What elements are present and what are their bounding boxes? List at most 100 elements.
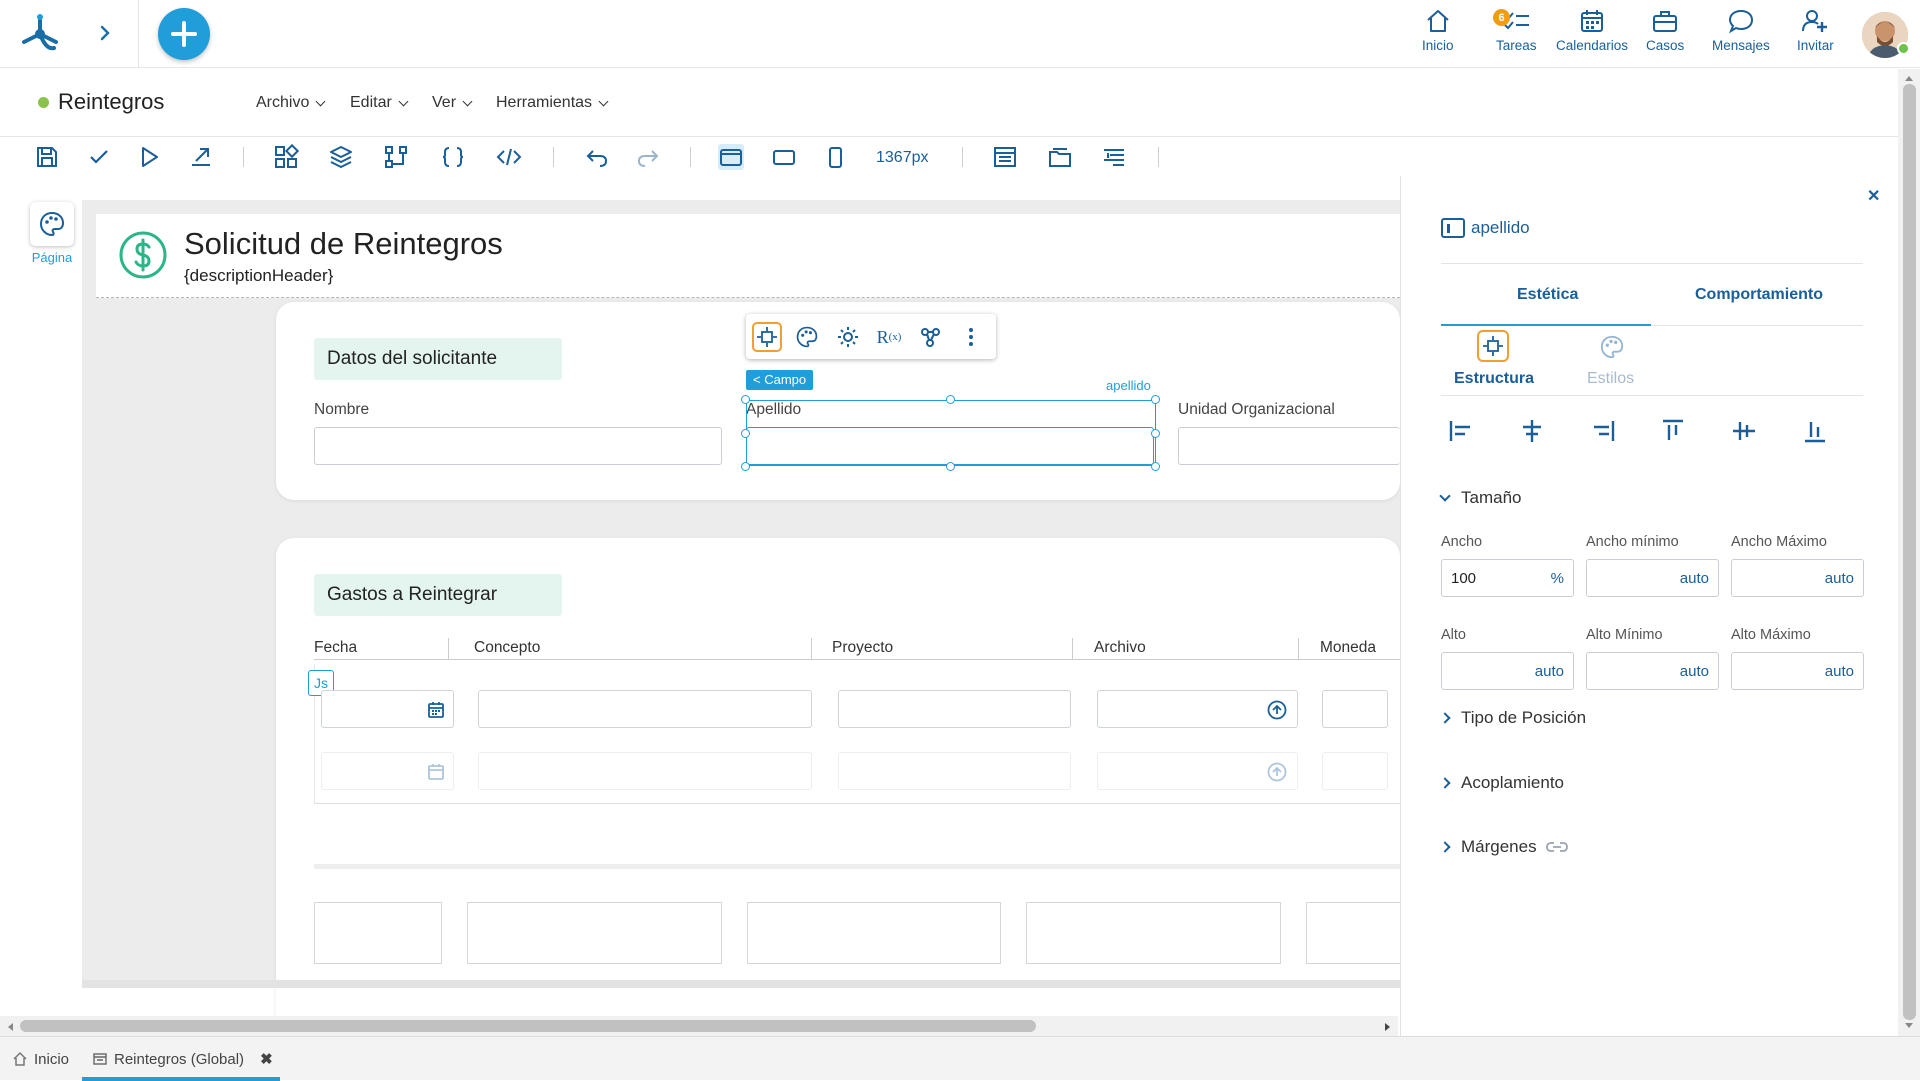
parent-breadcrumb[interactable]: < Campo: [746, 370, 814, 390]
table-cell[interactable]: [1306, 902, 1400, 964]
form-header[interactable]: Solicitud de Reintegros {descriptionHead…: [96, 214, 1400, 298]
table-cell[interactable]: [314, 902, 442, 964]
menu-editar[interactable]: Editar: [350, 94, 409, 112]
section-acoplamiento[interactable]: Acoplamiento: [1439, 773, 1564, 793]
section-margenes[interactable]: Márgenes: [1439, 837, 1569, 857]
save-icon[interactable]: [34, 144, 60, 170]
table-cell[interactable]: [467, 902, 722, 964]
align-center-horizontal-icon[interactable]: [1517, 416, 1547, 446]
resize-handle[interactable]: [1151, 395, 1160, 404]
align-left-icon[interactable]: [1446, 416, 1476, 446]
subtab-estilos[interactable]: Estilos: [1587, 370, 1634, 388]
tab-comportamiento[interactable]: Comportamiento: [1695, 286, 1823, 304]
horizontal-scroll-thumb[interactable]: [20, 1020, 1036, 1032]
ancho-maximo-input[interactable]: auto: [1731, 559, 1864, 597]
close-tab-icon[interactable]: ✖: [260, 1050, 273, 1068]
nombre-input[interactable]: [314, 427, 722, 465]
close-icon[interactable]: ✕: [1867, 186, 1880, 206]
run-icon[interactable]: [136, 144, 162, 170]
tab-estetica[interactable]: Estética: [1517, 286, 1578, 304]
scroll-down-icon[interactable]: [1903, 1022, 1915, 1030]
menu-herramientas[interactable]: Herramientas: [496, 94, 609, 112]
subtab-estilos-icon[interactable]: [1599, 334, 1625, 360]
archivo-input[interactable]: [1097, 690, 1298, 728]
alto-maximo-input[interactable]: auto: [1731, 652, 1864, 690]
code-icon[interactable]: [496, 144, 522, 170]
unidad-organizacional-input[interactable]: [1178, 427, 1400, 465]
proyecto-input[interactable]: [838, 752, 1071, 790]
table-cell[interactable]: [747, 902, 1001, 964]
ancho-minimo-input[interactable]: auto: [1586, 559, 1719, 597]
fecha-input[interactable]: [321, 690, 454, 728]
tab-inicio[interactable]: Inicio: [12, 1037, 69, 1081]
proyecto-input[interactable]: [838, 690, 1071, 728]
undo-icon[interactable]: [584, 144, 610, 170]
add-button[interactable]: [158, 8, 210, 60]
layers-icon[interactable]: [328, 144, 354, 170]
table-cell[interactable]: [1026, 902, 1281, 964]
subtab-estructura-icon[interactable]: [1477, 330, 1509, 362]
nav-casos[interactable]: Casos: [1646, 8, 1684, 58]
page-style-button[interactable]: [30, 202, 74, 246]
scroll-up-icon[interactable]: [1903, 74, 1915, 82]
ancho-value: 100: [1451, 569, 1477, 587]
app-logo[interactable]: [16, 10, 64, 58]
expand-sidebar-icon[interactable]: [92, 20, 118, 46]
container-icon[interactable]: [1047, 144, 1073, 170]
menu-archivo[interactable]: Archivo: [256, 94, 326, 112]
menu-ver[interactable]: Ver: [432, 94, 473, 112]
concepto-input[interactable]: [478, 752, 812, 790]
resize-handle[interactable]: [741, 429, 750, 438]
resize-handle[interactable]: [741, 395, 750, 404]
resize-handle[interactable]: [946, 395, 955, 404]
export-icon[interactable]: [188, 144, 214, 170]
moneda-input[interactable]: [1322, 690, 1388, 728]
alto-input[interactable]: auto: [1441, 652, 1574, 690]
alignment-icon[interactable]: [1101, 144, 1127, 170]
nav-calendarios[interactable]: Calendarios: [1556, 8, 1628, 58]
palette-icon[interactable]: [792, 322, 822, 352]
resize-handle[interactable]: [741, 462, 750, 471]
connections-icon[interactable]: [916, 322, 946, 352]
ancho-unit[interactable]: %: [1551, 570, 1564, 587]
alto-minimo-input[interactable]: auto: [1586, 652, 1719, 690]
nav-inicio[interactable]: Inicio: [1422, 8, 1454, 58]
resize-handle[interactable]: [1151, 429, 1160, 438]
dollar-icon: [119, 231, 167, 279]
align-middle-vertical-icon[interactable]: [1729, 416, 1759, 446]
braces-icon[interactable]: [440, 144, 466, 170]
align-right-icon[interactable]: [1588, 416, 1618, 446]
mobile-view-icon[interactable]: [822, 144, 848, 170]
more-options-icon[interactable]: [956, 322, 986, 352]
settings-gear-icon[interactable]: [833, 322, 863, 352]
fecha-input[interactable]: [321, 752, 454, 790]
ancho-input[interactable]: 100%: [1441, 559, 1574, 597]
flow-icon[interactable]: [383, 144, 409, 170]
validate-icon[interactable]: [86, 144, 112, 170]
align-bottom-icon[interactable]: [1800, 416, 1830, 446]
section-tipo-posicion[interactable]: Tipo de Posición: [1439, 708, 1586, 728]
vertical-scroll-thumb[interactable]: [1903, 84, 1916, 1020]
tab-reintegros[interactable]: Reintegros (Global) ✖: [92, 1037, 273, 1081]
scroll-right-icon[interactable]: [1384, 1021, 1392, 1033]
align-top-icon[interactable]: [1658, 416, 1688, 446]
link-icon[interactable]: [1545, 840, 1569, 854]
archivo-input[interactable]: [1097, 752, 1298, 790]
components-icon[interactable]: [273, 144, 299, 170]
rules-icon[interactable]: R (x): [874, 322, 904, 352]
tablet-view-icon[interactable]: [771, 144, 797, 170]
desktop-view-icon[interactable]: [718, 144, 744, 170]
redo-icon[interactable]: [635, 144, 661, 170]
form-layout-icon[interactable]: [992, 144, 1018, 170]
structure-icon[interactable]: [752, 322, 782, 352]
concepto-input[interactable]: [478, 690, 812, 728]
divider: [243, 147, 244, 167]
subtab-estructura[interactable]: Estructura: [1454, 370, 1534, 388]
nav-mensajes[interactable]: Mensajes: [1712, 8, 1770, 58]
resize-handle[interactable]: [946, 462, 955, 471]
section-tamano[interactable]: Tamaño: [1439, 488, 1521, 508]
moneda-input[interactable]: [1322, 752, 1388, 790]
scroll-left-icon[interactable]: [6, 1021, 14, 1033]
nav-invitar[interactable]: Invitar: [1797, 8, 1834, 58]
resize-handle[interactable]: [1151, 462, 1160, 471]
